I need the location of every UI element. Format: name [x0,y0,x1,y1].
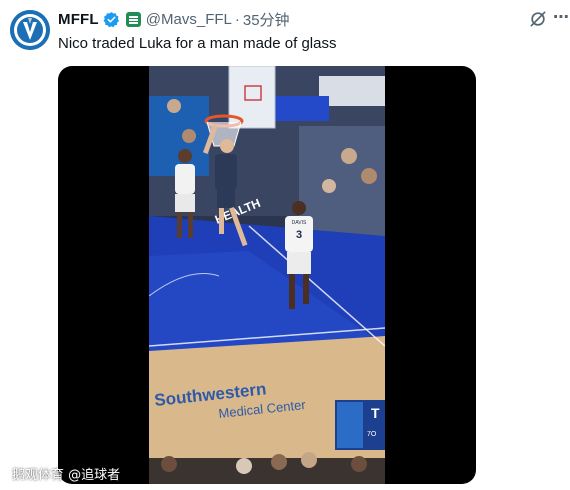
video-player[interactable]: HEALTH 3 DAVIS Southwestern Medical Cent… [58,66,476,484]
separator-dot: · [234,10,240,28]
tweet-header: MFFL @Mavs_FFL · 35分钟 [58,9,290,29]
mavs-logo-icon [10,10,50,50]
scoreboard-text: T [371,405,380,421]
tweet-card[interactable]: MFFL @Mavs_FFL · 35分钟 ⋯ Nico traded Luka… [0,0,570,490]
video-frame: HEALTH 3 DAVIS Southwestern Medical Cent… [149,66,385,484]
player-number: 3 [296,229,302,241]
grok-icon[interactable] [528,9,548,29]
author-name[interactable]: MFFL [58,11,99,28]
affiliate-badge-icon[interactable] [125,11,141,27]
author-avatar[interactable] [10,10,50,50]
scoreboard-subtext: 7O [367,431,377,438]
more-options-icon[interactable]: ⋯ [551,8,570,28]
author-handle[interactable]: @Mavs_FFL [146,11,232,28]
player-name: DAVIS [292,220,307,226]
tweet-timestamp[interactable]: 35分钟 [243,9,290,30]
verified-badge-icon [103,11,119,27]
watermark: 鹅观体育 @追球者 [12,468,121,483]
basketball-scene-image: HEALTH 3 DAVIS Southwestern Medical Cent… [149,66,385,484]
tweet-text: Nico traded Luka for a man made of glass [58,35,337,52]
